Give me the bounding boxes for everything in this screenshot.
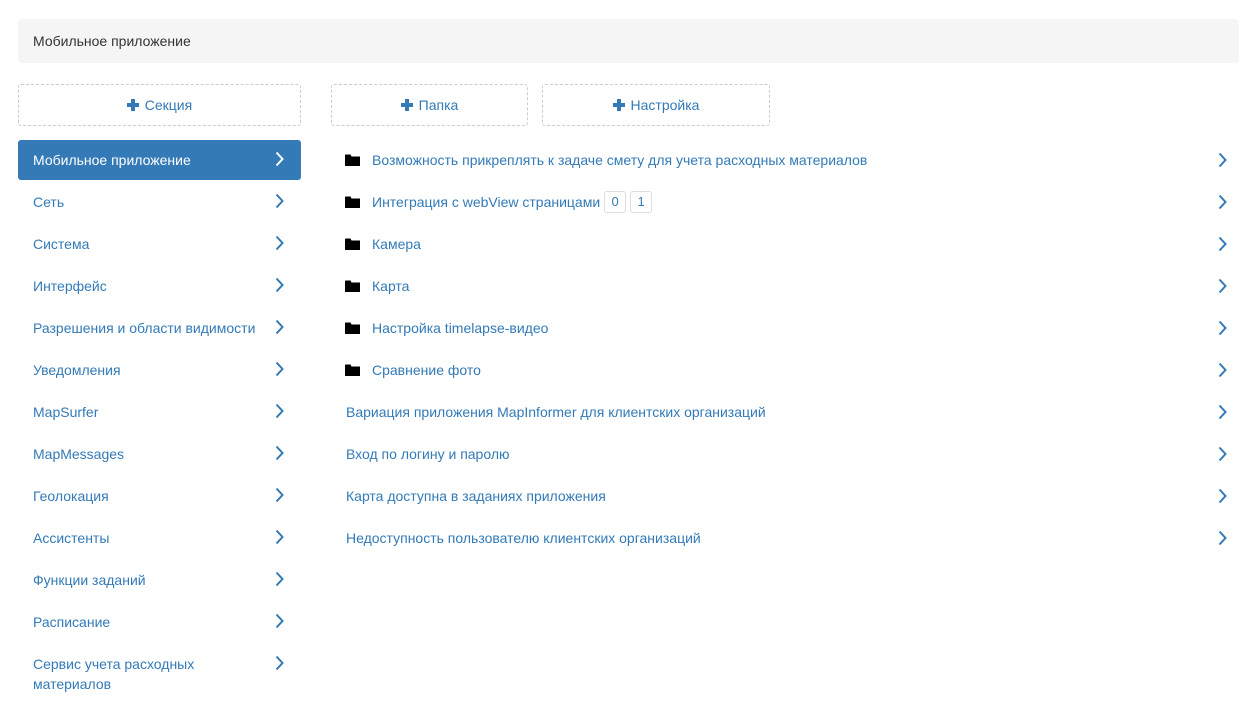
chevron-right-icon xyxy=(275,151,284,167)
chevron-right-icon xyxy=(275,193,284,209)
sidebar-item-assistants[interactable]: Ассистенты xyxy=(18,518,301,558)
setting-label: Вариация приложения MapInformer для клие… xyxy=(346,404,766,420)
chevron-right-icon xyxy=(1218,320,1227,336)
sidebar-item-label: Интерфейс xyxy=(33,278,107,294)
chevron-right-icon xyxy=(1218,446,1227,462)
sidebar-item-mapmessages[interactable]: MapMessages xyxy=(18,434,301,474)
sidebar-item-network[interactable]: Сеть xyxy=(18,182,301,222)
plus-icon xyxy=(400,99,413,111)
folder-icon xyxy=(345,238,360,250)
chevron-right-icon xyxy=(275,529,284,545)
sidebar-item-label: Уведомления xyxy=(33,362,121,378)
chevron-right-icon xyxy=(275,487,284,503)
add-section-button[interactable]: Секция xyxy=(18,84,301,126)
breadcrumb: Мобильное приложение xyxy=(18,19,1239,63)
folder-icon xyxy=(345,196,360,208)
sidebar-item-label: Функции заданий xyxy=(33,572,146,588)
chevron-right-icon xyxy=(275,403,284,419)
chevron-right-icon xyxy=(1218,152,1227,168)
chevron-right-icon xyxy=(1218,530,1227,546)
chevron-right-icon xyxy=(1218,278,1227,294)
setting-row[interactable]: Недоступность пользователю клиентских ор… xyxy=(331,518,1229,558)
chevron-right-icon xyxy=(1218,404,1227,420)
add-folder-button[interactable]: Папка xyxy=(331,84,528,126)
count-badge: 1 xyxy=(630,191,653,213)
sidebar-item-task-functions[interactable]: Функции заданий xyxy=(18,560,301,600)
folder-icon xyxy=(345,154,360,166)
chevron-right-icon xyxy=(1218,236,1227,252)
folder-row[interactable]: Возможность прикреплять к задаче смету д… xyxy=(331,140,1229,180)
sidebar-item-label: Сеть xyxy=(33,194,65,210)
setting-row[interactable]: Карта доступна в заданиях приложения xyxy=(331,476,1229,516)
folder-label: Камера xyxy=(372,236,421,252)
plus-icon xyxy=(126,99,139,111)
chevron-right-icon xyxy=(275,613,284,629)
add-section-label: Секция xyxy=(144,97,193,113)
add-folder-label: Папка xyxy=(418,97,459,113)
folder-label: Сравнение фото xyxy=(372,362,481,378)
setting-label: Недоступность пользователю клиентских ор… xyxy=(346,530,701,546)
chevron-right-icon xyxy=(275,571,284,587)
chevron-right-icon xyxy=(275,277,284,293)
sidebar-item-mobile-app[interactable]: Мобильное приложение xyxy=(18,140,301,180)
plus-icon xyxy=(612,99,625,111)
breadcrumb-title: Мобильное приложение xyxy=(33,33,191,49)
sidebar-item-geolocation[interactable]: Геолокация xyxy=(18,476,301,516)
sidebar-item-interface[interactable]: Интерфейс xyxy=(18,266,301,306)
folder-label: Настройка timelapse-видео xyxy=(372,320,549,336)
folder-row[interactable]: Камера xyxy=(331,224,1229,264)
folder-label: Интеграция с webView страницами xyxy=(372,194,601,210)
sidebar-item-label: Разрешения и области видимости xyxy=(33,320,256,336)
add-setting-label: Настройка xyxy=(630,97,700,113)
folder-row[interactable]: Интеграция с webView страницами 0 1 xyxy=(331,182,1229,222)
sidebar-item-label: MapMessages xyxy=(33,446,125,462)
sidebar: Мобильное приложение Сеть Система Интерф… xyxy=(18,140,301,706)
folder-icon xyxy=(345,364,360,376)
chevron-right-icon xyxy=(1218,488,1227,504)
sidebar-item-label: MapSurfer xyxy=(33,404,99,420)
chevron-right-icon xyxy=(275,235,284,251)
add-setting-button[interactable]: Настройка xyxy=(542,84,770,126)
sidebar-item-label: Ассистенты xyxy=(33,530,110,546)
setting-label: Карта доступна в заданиях приложения xyxy=(346,488,606,504)
settings-list: Возможность прикреплять к задаче смету д… xyxy=(331,140,1229,560)
sidebar-item-system[interactable]: Система xyxy=(18,224,301,264)
folder-label: Карта xyxy=(372,278,410,294)
sidebar-item-label: Сервис учета расходных материалов xyxy=(33,656,195,692)
setting-row[interactable]: Вариация приложения MapInformer для клие… xyxy=(331,392,1229,432)
sidebar-item-label: Система xyxy=(33,236,90,252)
folder-row[interactable]: Сравнение фото xyxy=(331,350,1229,390)
folder-row[interactable]: Карта xyxy=(331,266,1229,306)
sidebar-item-label: Расписание xyxy=(33,614,111,630)
folder-label: Возможность прикреплять к задаче смету д… xyxy=(372,152,868,168)
chevron-right-icon xyxy=(275,319,284,335)
sidebar-item-permissions[interactable]: Разрешения и области видимости xyxy=(18,308,301,348)
sidebar-item-consumables-service[interactable]: Сервис учета расходных материалов xyxy=(18,644,301,704)
sidebar-item-mapsurfer[interactable]: MapSurfer xyxy=(18,392,301,432)
folder-row[interactable]: Настройка timelapse-видео xyxy=(331,308,1229,348)
setting-row[interactable]: Вход по логину и паролю xyxy=(331,434,1229,474)
chevron-right-icon xyxy=(1218,362,1227,378)
folder-icon xyxy=(345,280,360,292)
sidebar-item-schedule[interactable]: Расписание xyxy=(18,602,301,642)
chevron-right-icon xyxy=(275,445,284,461)
chevron-right-icon xyxy=(275,655,284,671)
folder-icon xyxy=(345,322,360,334)
count-badge: 0 xyxy=(604,191,627,213)
sidebar-item-label: Геолокация xyxy=(33,488,109,504)
sidebar-item-notifications[interactable]: Уведомления xyxy=(18,350,301,390)
sidebar-item-label: Мобильное приложение xyxy=(33,152,191,168)
setting-label: Вход по логину и паролю xyxy=(346,446,510,462)
chevron-right-icon xyxy=(1218,194,1227,210)
chevron-right-icon xyxy=(275,361,284,377)
